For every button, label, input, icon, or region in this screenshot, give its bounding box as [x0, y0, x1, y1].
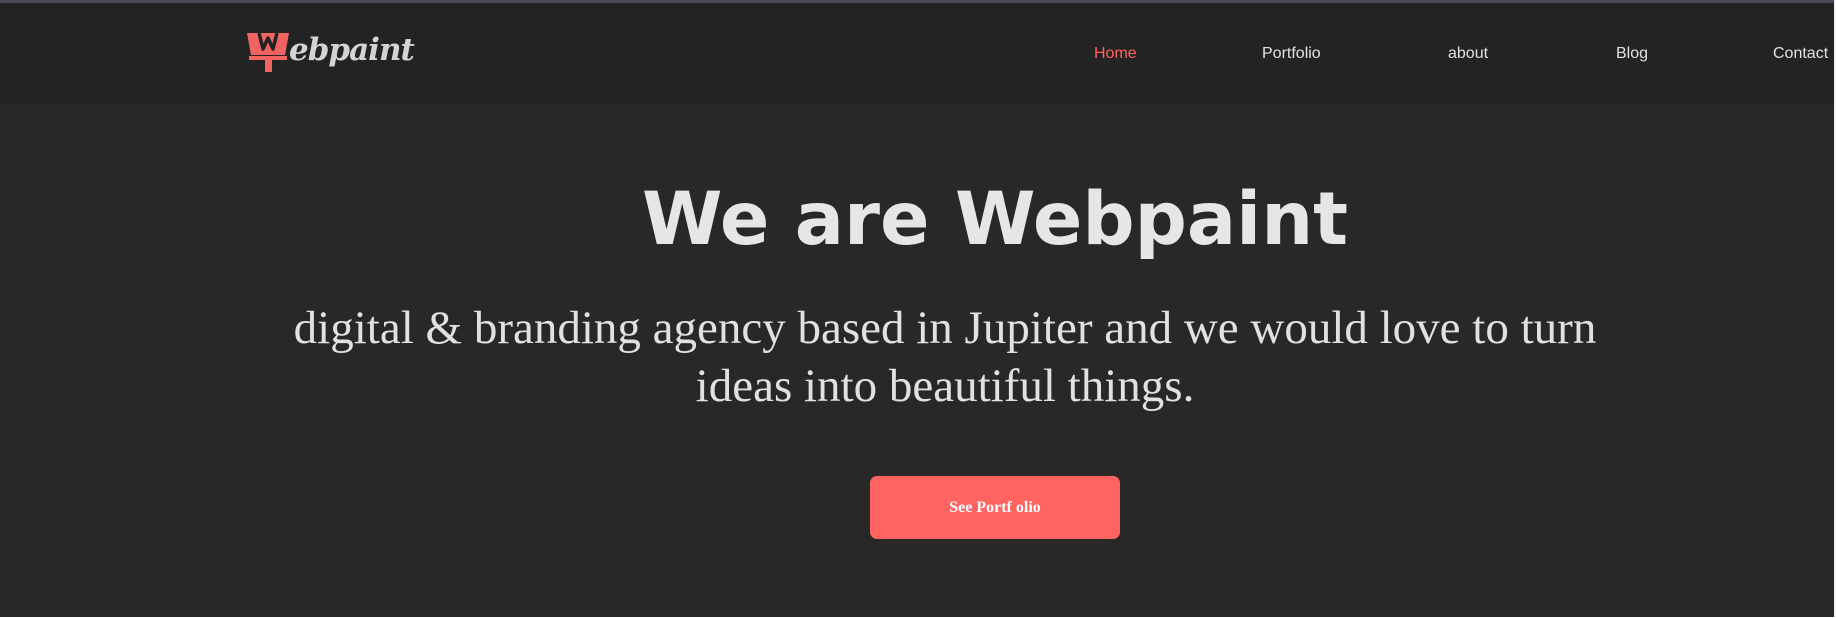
hero-subtitle: digital & branding agency based in Jupit…	[293, 302, 1597, 412]
nav-link-blog[interactable]: Blog	[1616, 45, 1648, 63]
nav-link-portfolio[interactable]: Portfolio	[1262, 45, 1321, 63]
hero-title: We are Webpaint	[641, 177, 1349, 262]
logo-wordmark: ebpaint	[289, 32, 415, 68]
nav-link-home[interactable]: Home	[1094, 45, 1137, 63]
nav-link-about[interactable]: about	[1448, 45, 1488, 63]
nav-link-contact[interactable]: Contact	[1773, 45, 1828, 63]
paintbrush-w-logo-icon	[245, 29, 291, 75]
see-portfolio-button[interactable]: See Portf olio	[870, 476, 1120, 539]
website: ebpaint Home Portfolio about Blog Contac…	[0, 3, 1834, 617]
navbar: ebpaint Home Portfolio about Blog Contac…	[0, 3, 1834, 103]
browser-viewport: ebpaint Home Portfolio about Blog Contac…	[0, 0, 1836, 618]
brand-logo-link[interactable]: ebpaint	[245, 29, 415, 75]
